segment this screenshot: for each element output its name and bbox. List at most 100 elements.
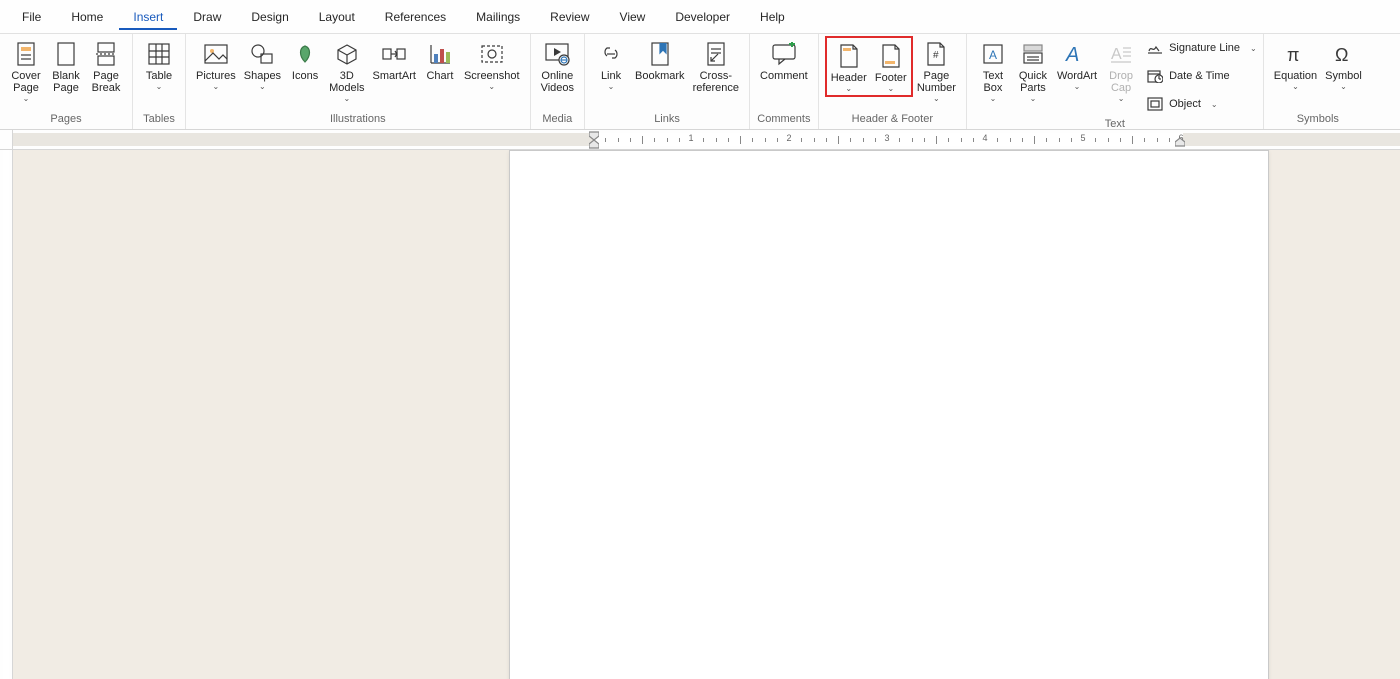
table-button[interactable]: Table ⌄ (139, 36, 179, 93)
wordart-button[interactable]: A WordArt ⌄ (1053, 36, 1101, 93)
shapes-icon (249, 40, 275, 68)
menu-view[interactable]: View (606, 4, 660, 30)
group-pages: Cover Page ⌄ Blank Page Page Break Pages (0, 34, 133, 129)
ribbon: Cover Page ⌄ Blank Page Page Break Pages (0, 34, 1400, 130)
drop-cap-button[interactable]: A Drop Cap ⌄ (1101, 36, 1141, 105)
pictures-button[interactable]: Pictures ⌄ (192, 36, 240, 93)
chart-icon (428, 40, 452, 68)
ruler-num-3: 3 (884, 133, 889, 143)
smartart-button[interactable]: SmartArt (369, 36, 420, 84)
group-label-illustrations: Illustrations (192, 111, 524, 129)
table-icon (147, 40, 171, 68)
menu-help[interactable]: Help (746, 4, 799, 30)
group-text: A Text Box ⌄ Quick Parts ⌄ A WordArt ⌄ (967, 34, 1264, 129)
page-break-icon (95, 40, 117, 68)
ruler-num-5: 5 (1080, 133, 1085, 143)
ruler-num-4: 4 (982, 133, 987, 143)
symbol-button[interactable]: Ω Symbol ⌄ (1321, 36, 1366, 93)
smartart-icon (381, 40, 407, 68)
group-label-tables: Tables (139, 111, 179, 129)
page-number-button[interactable]: # Page Number ⌄ (913, 36, 960, 105)
page-number-icon: # (925, 40, 947, 68)
group-comments: Comment Comments (750, 34, 819, 129)
text-box-button[interactable]: A Text Box ⌄ (973, 36, 1013, 105)
footer-button[interactable]: Footer ⌄ (871, 38, 911, 95)
cross-reference-button[interactable]: Cross- reference (689, 36, 743, 96)
drop-cap-icon: A (1109, 40, 1133, 68)
blank-page-icon (55, 40, 77, 68)
icons-button[interactable]: Icons (285, 36, 325, 84)
vertical-ruler[interactable] (0, 150, 13, 679)
date-time-button[interactable]: Date & Time (1147, 64, 1257, 88)
document-canvas[interactable] (13, 150, 1400, 679)
menu-draw[interactable]: Draw (179, 4, 235, 30)
menu-home[interactable]: Home (57, 4, 117, 30)
header-icon (838, 42, 860, 70)
signature-line-icon (1147, 41, 1163, 55)
blank-page-button[interactable]: Blank Page (46, 36, 86, 96)
menu-mailings[interactable]: Mailings (462, 4, 534, 30)
3d-models-button[interactable]: 3D Models ⌄ (325, 36, 368, 105)
online-video-icon (544, 40, 570, 68)
menu-layout[interactable]: Layout (305, 4, 369, 30)
menu-file[interactable]: File (8, 4, 55, 30)
text-box-icon: A (981, 40, 1005, 68)
horizontal-ruler[interactable]: 1 2 3 4 5 6 (0, 130, 1400, 150)
pictures-icon (203, 40, 229, 68)
cube-icon (335, 40, 359, 68)
date-time-icon (1147, 69, 1163, 83)
ruler-num-1: 1 (688, 133, 693, 143)
menu-review[interactable]: Review (536, 4, 603, 30)
group-links: Link ⌄ Bookmark Cross- reference Links (585, 34, 750, 129)
svg-text:A: A (989, 48, 997, 62)
bookmark-button[interactable]: Bookmark (631, 36, 689, 84)
cross-reference-icon (705, 40, 727, 68)
group-label-comments: Comments (756, 111, 812, 129)
svg-text:A: A (1065, 44, 1079, 66)
chart-button[interactable]: Chart (420, 36, 460, 84)
bookmark-icon (649, 40, 671, 68)
menu-references[interactable]: References (371, 4, 460, 30)
cover-page-button[interactable]: Cover Page ⌄ (6, 36, 46, 105)
group-illustrations: Pictures ⌄ Shapes ⌄ Icons 3D Mo (186, 34, 531, 129)
first-line-indent-marker[interactable] (589, 130, 599, 149)
footer-icon (880, 42, 902, 70)
right-indent-marker[interactable] (1175, 138, 1185, 149)
object-icon (1147, 97, 1163, 111)
document-page[interactable] (509, 150, 1269, 679)
svg-text:Ω: Ω (1335, 45, 1348, 65)
quick-parts-button[interactable]: Quick Parts ⌄ (1013, 36, 1053, 105)
symbol-icon: Ω (1332, 40, 1356, 68)
quick-parts-icon (1021, 40, 1045, 68)
group-media: Online Videos Media (531, 34, 585, 129)
group-symbols: π Equation ⌄ Ω Symbol ⌄ Symbols (1264, 34, 1372, 129)
menu-design[interactable]: Design (237, 4, 302, 30)
link-button[interactable]: Link ⌄ (591, 36, 631, 93)
group-label-header-footer: Header & Footer (825, 111, 960, 129)
svg-text:#: # (933, 50, 939, 61)
svg-text:π: π (1287, 45, 1299, 65)
link-icon (598, 40, 624, 68)
online-videos-button[interactable]: Online Videos (537, 36, 578, 96)
document-area (0, 150, 1400, 679)
group-label-links: Links (591, 111, 743, 129)
comment-button[interactable]: Comment (756, 36, 812, 84)
menu-developer[interactable]: Developer (661, 4, 744, 30)
screenshot-button[interactable]: Screenshot ⌄ (460, 36, 524, 93)
object-button[interactable]: Object ⌄ (1147, 92, 1257, 116)
menu-insert[interactable]: Insert (119, 4, 177, 30)
comment-icon (771, 40, 797, 68)
group-label-symbols: Symbols (1270, 111, 1366, 129)
signature-line-button[interactable]: Signature Line ⌄ (1147, 36, 1257, 60)
menu-bar: File Home Insert Draw Design Layout Refe… (0, 0, 1400, 34)
group-header-footer: Header ⌄ Footer ⌄ # Page Number ⌄ (819, 34, 967, 129)
shapes-button[interactable]: Shapes ⌄ (240, 36, 285, 93)
ruler-num-2: 2 (786, 133, 791, 143)
page-break-button[interactable]: Page Break (86, 36, 126, 96)
icons-icon (293, 40, 317, 68)
equation-button[interactable]: π Equation ⌄ (1270, 36, 1321, 93)
svg-text:A: A (1111, 46, 1122, 63)
equation-icon: π (1283, 40, 1307, 68)
header-button[interactable]: Header ⌄ (827, 38, 871, 95)
group-label-pages: Pages (6, 111, 126, 129)
